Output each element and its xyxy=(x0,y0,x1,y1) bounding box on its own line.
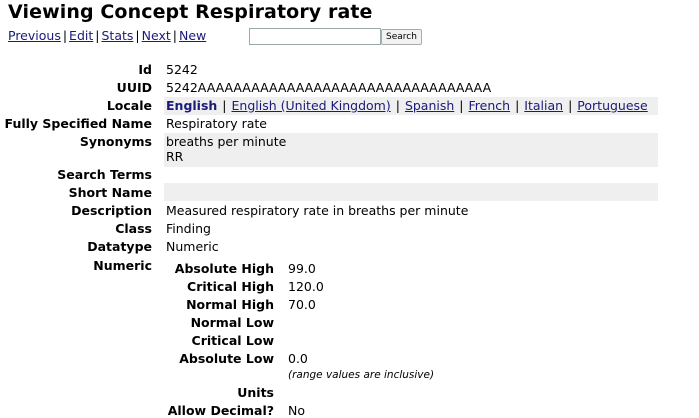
datatype-value: Numeric xyxy=(166,239,219,254)
locale-french[interactable]: French xyxy=(469,98,511,113)
nav-separator: | xyxy=(172,28,177,43)
short-name-row-shade xyxy=(164,183,658,201)
locale-english-uk[interactable]: English (United Kingdom) xyxy=(232,98,391,113)
allow-decimal-label: Allow Decimal? xyxy=(167,403,274,418)
range-inclusive-note: (range values are inclusive) xyxy=(288,369,435,381)
critical-high-label: Critical High xyxy=(187,279,274,294)
fsn-label: Fully Specified Name xyxy=(4,116,152,131)
next-link[interactable]: Next xyxy=(142,28,171,43)
absolute-low-label: Absolute Low xyxy=(179,351,274,366)
nav-separator: | xyxy=(135,28,140,43)
new-link[interactable]: New xyxy=(179,28,206,43)
synonym-item: breaths per minute xyxy=(166,134,287,149)
short-name-label: Short Name xyxy=(68,185,152,200)
class-label: Class xyxy=(115,221,152,236)
locale-portuguese[interactable]: Portuguese xyxy=(577,98,647,113)
normal-high-value: 70.0 xyxy=(288,297,316,312)
action-nav: Previous | Edit | Stats | Next | New xyxy=(8,28,206,43)
absolute-high-label: Absolute High xyxy=(174,261,274,276)
normal-high-label: Normal High xyxy=(186,297,274,312)
datatype-label: Datatype xyxy=(87,239,152,254)
allow-decimal-value: No xyxy=(288,403,305,418)
absolute-high-value: 99.0 xyxy=(288,261,316,276)
synonym-item: RR xyxy=(166,149,184,164)
uuid-value: 5242AAAAAAAAAAAAAAAAAAAAAAAAAAAAAAAAA xyxy=(166,80,492,95)
id-value: 5242 xyxy=(166,62,198,77)
locale-list: English | English (United Kingdom) | Spanish… xyxy=(166,98,648,113)
nav-separator: | xyxy=(62,28,68,43)
stats-link[interactable]: Stats xyxy=(101,28,133,43)
class-value: Finding xyxy=(166,221,211,236)
edit-link[interactable]: Edit xyxy=(69,28,93,43)
page-title: Viewing Concept Respiratory rate xyxy=(8,1,373,23)
description-value: Measured respiratory rate in breaths per… xyxy=(166,203,469,218)
previous-link[interactable]: Previous xyxy=(8,28,61,43)
locale-label: Locale xyxy=(106,98,152,113)
critical-high-value: 120.0 xyxy=(288,279,324,294)
normal-low-label: Normal Low xyxy=(190,315,274,330)
units-label: Units xyxy=(237,385,274,400)
search-input[interactable] xyxy=(249,28,381,45)
locale-italian[interactable]: Italian xyxy=(524,98,563,113)
fsn-value: Respiratory rate xyxy=(166,116,267,131)
description-label: Description xyxy=(71,203,152,218)
absolute-low-value: 0.0 xyxy=(288,351,308,366)
critical-low-label: Critical Low xyxy=(191,333,274,348)
locale-english[interactable]: English xyxy=(166,98,217,113)
search-button[interactable]: Search xyxy=(381,29,422,45)
synonyms-label: Synonyms xyxy=(79,134,152,149)
locale-spanish[interactable]: Spanish xyxy=(405,98,454,113)
search-terms-label: Search Terms xyxy=(57,167,152,182)
numeric-label: Numeric xyxy=(93,258,152,273)
uuid-label: UUID xyxy=(116,80,152,95)
id-label: Id xyxy=(138,62,152,77)
